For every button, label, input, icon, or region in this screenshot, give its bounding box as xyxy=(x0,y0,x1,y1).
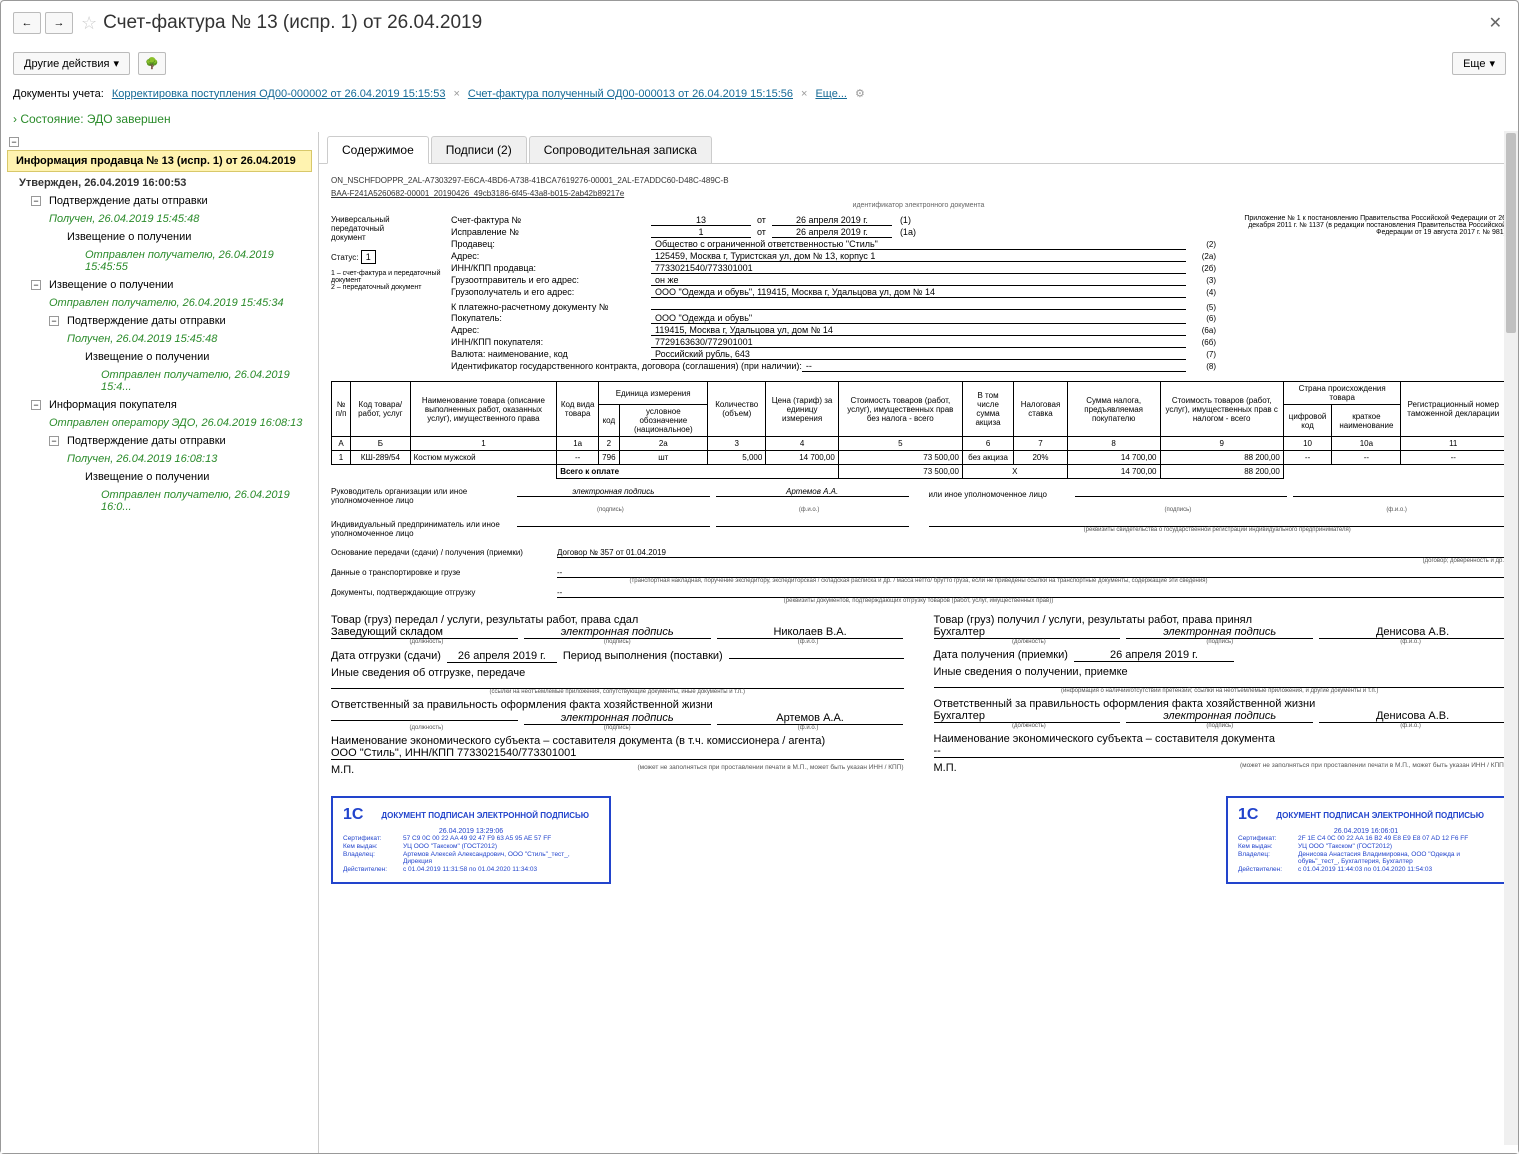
tree-item[interactable]: Информация покупателя xyxy=(49,399,177,411)
sidebar: − Информация продавца № 13 (испр. 1) от … xyxy=(1,132,319,1153)
tab-note[interactable]: Сопроводительная записка xyxy=(529,136,712,163)
status-box: 1 xyxy=(361,250,376,264)
more-button[interactable]: Еще ▾ xyxy=(1452,52,1506,75)
tree-ts: Получен, 26.04.2019 16:08:13 xyxy=(1,450,318,468)
document-view: ON_NSCHFDOPPR_2AL-A7303297-E6CA-4BD6-A73… xyxy=(319,164,1518,1153)
tree-ts: Отправлен получателю, 26.04.2019 15:45:3… xyxy=(1,294,318,312)
doc-link-2[interactable]: Счет-фактура полученный ОД00-000013 от 2… xyxy=(468,88,793,100)
tree-ts: Отправлен получателю, 26.04.2019 15:45:5… xyxy=(1,246,318,276)
items-table: № п/п Код товара/ работ, услуг Наименова… xyxy=(331,381,1506,479)
tree-ts: Отправлен оператору ЭДО, 26.04.2019 16:0… xyxy=(1,414,318,432)
tree-icon-button[interactable]: 🌳 xyxy=(138,52,166,75)
tree-item[interactable]: Извещение о получении xyxy=(49,279,173,291)
tree-ts: Получен, 26.04.2019 15:45:48 xyxy=(1,330,318,348)
doc-id-1: ON_NSCHFDOPPR_2AL-A7303297-E6CA-4BD6-A73… xyxy=(331,176,1506,185)
tree-toggle[interactable]: − xyxy=(31,196,41,206)
signature-stamp-2: 1СДОКУМЕНТ ПОДПИСАН ЭЛЕКТРОННОЙ ПОДПИСЬЮ… xyxy=(1226,796,1506,884)
star-icon[interactable]: ☆ xyxy=(81,13,97,34)
tree-toggle[interactable]: − xyxy=(9,137,19,147)
tree-item[interactable]: Извещение о получении xyxy=(1,348,318,366)
tree-toggle[interactable]: − xyxy=(49,436,59,446)
chevron-down-icon: ▾ xyxy=(113,57,119,70)
chevron-down-icon: ▾ xyxy=(1489,57,1495,70)
tree-item[interactable]: Извещение о получении xyxy=(1,468,318,486)
other-actions-button[interactable]: Другие действия ▾ xyxy=(13,52,130,75)
doc-id-2: BAA-F241A5260682-00001_20190426_49cb3186… xyxy=(331,189,1506,198)
tree-ts: Получен, 26.04.2019 15:45:48 xyxy=(1,210,318,228)
tree-item[interactable]: Подтверждение даты отправки xyxy=(67,435,226,447)
doc-link-1[interactable]: Корректировка поступления ОД00-000002 от… xyxy=(112,88,446,100)
doc-links-label: Документы учета: xyxy=(13,88,104,100)
page-title: Счет-фактура № 13 (испр. 1) от 26.04.201… xyxy=(103,12,1484,34)
tree-toggle[interactable]: − xyxy=(49,316,59,326)
logo-1c-icon: 1С xyxy=(343,806,363,824)
tree-ts: Отправлен получателю, 26.04.2019 16:0... xyxy=(1,486,318,516)
logo-1c-icon: 1С xyxy=(1238,806,1258,824)
tree-approved: Утвержден, 26.04.2019 16:00:53 xyxy=(1,174,318,192)
tree-header[interactable]: Информация продавца № 13 (испр. 1) от 26… xyxy=(7,150,312,172)
tree-toggle[interactable]: − xyxy=(31,280,41,290)
link-close-2[interactable]: × xyxy=(801,88,807,100)
tree-item[interactable]: Подтверждение даты отправки xyxy=(49,195,208,207)
state-row[interactable]: Состояние: ЭДО завершен xyxy=(1,106,1518,132)
tree-ts: Отправлен получателю, 26.04.2019 15:4... xyxy=(1,366,318,396)
close-button[interactable]: ✕ xyxy=(1485,9,1506,37)
signature-stamp-1: 1СДОКУМЕНТ ПОДПИСАН ЭЛЕКТРОННОЙ ПОДПИСЬЮ… xyxy=(331,796,611,884)
tree-toggle[interactable]: − xyxy=(31,400,41,410)
forward-button[interactable]: → xyxy=(45,12,73,34)
appendix-note: Приложение № 1 к постановлению Правитель… xyxy=(1226,215,1506,236)
tree-item[interactable]: Подтверждение даты отправки xyxy=(67,315,226,327)
tree-item[interactable]: Извещение о получении xyxy=(1,228,318,246)
tab-signatures[interactable]: Подписи (2) xyxy=(431,136,527,163)
doc-id-sub: идентификатор электронного документа xyxy=(331,202,1506,209)
scrollbar[interactable] xyxy=(1504,131,1518,1145)
doc-link-more[interactable]: Еще... xyxy=(815,88,847,100)
link-close-1[interactable]: × xyxy=(453,88,459,100)
back-button[interactable]: ← xyxy=(13,12,41,34)
table-row: 1КШ-289/54Костюм мужской--796шт5,00014 7… xyxy=(332,451,1506,465)
tab-content[interactable]: Содержимое xyxy=(327,136,429,164)
gear-icon[interactable]: ⚙ xyxy=(855,87,865,100)
